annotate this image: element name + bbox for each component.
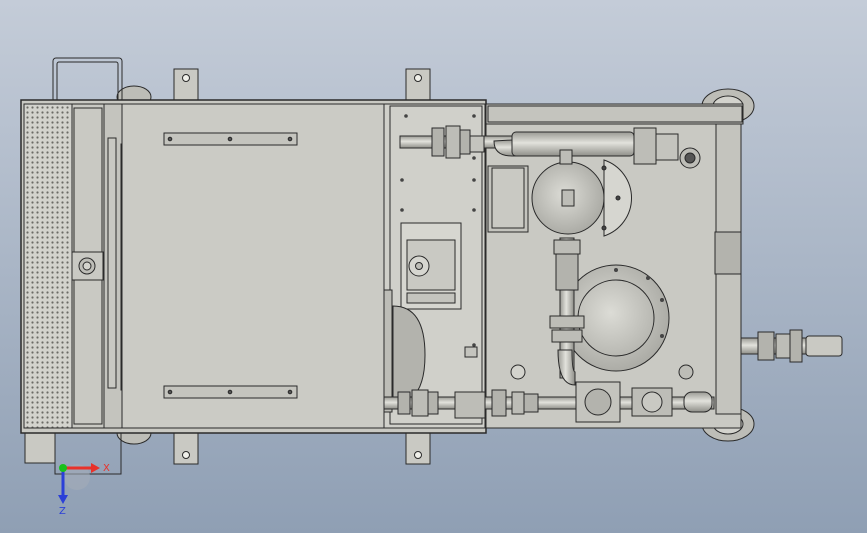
vertical-valve — [555, 253, 579, 291]
cad-viewport[interactable]: X Z — [0, 0, 867, 533]
perforated-panel — [23, 103, 73, 429]
cad-model-view: X Z — [0, 0, 867, 533]
right-rail-top — [485, 103, 744, 125]
outlet-nozzle — [805, 335, 843, 357]
left-foot-block — [24, 429, 56, 464]
z-axis-label: Z — [59, 506, 66, 517]
gauge-box — [491, 167, 525, 229]
x-axis-label: X — [103, 463, 110, 474]
inline-filter — [714, 231, 742, 275]
cabinet-door — [121, 103, 385, 429]
door-hinge-rail — [107, 137, 117, 389]
bottom-valve — [454, 391, 486, 419]
triad-origin — [59, 464, 67, 472]
top-valve — [633, 127, 657, 165]
side-motor — [383, 289, 393, 413]
